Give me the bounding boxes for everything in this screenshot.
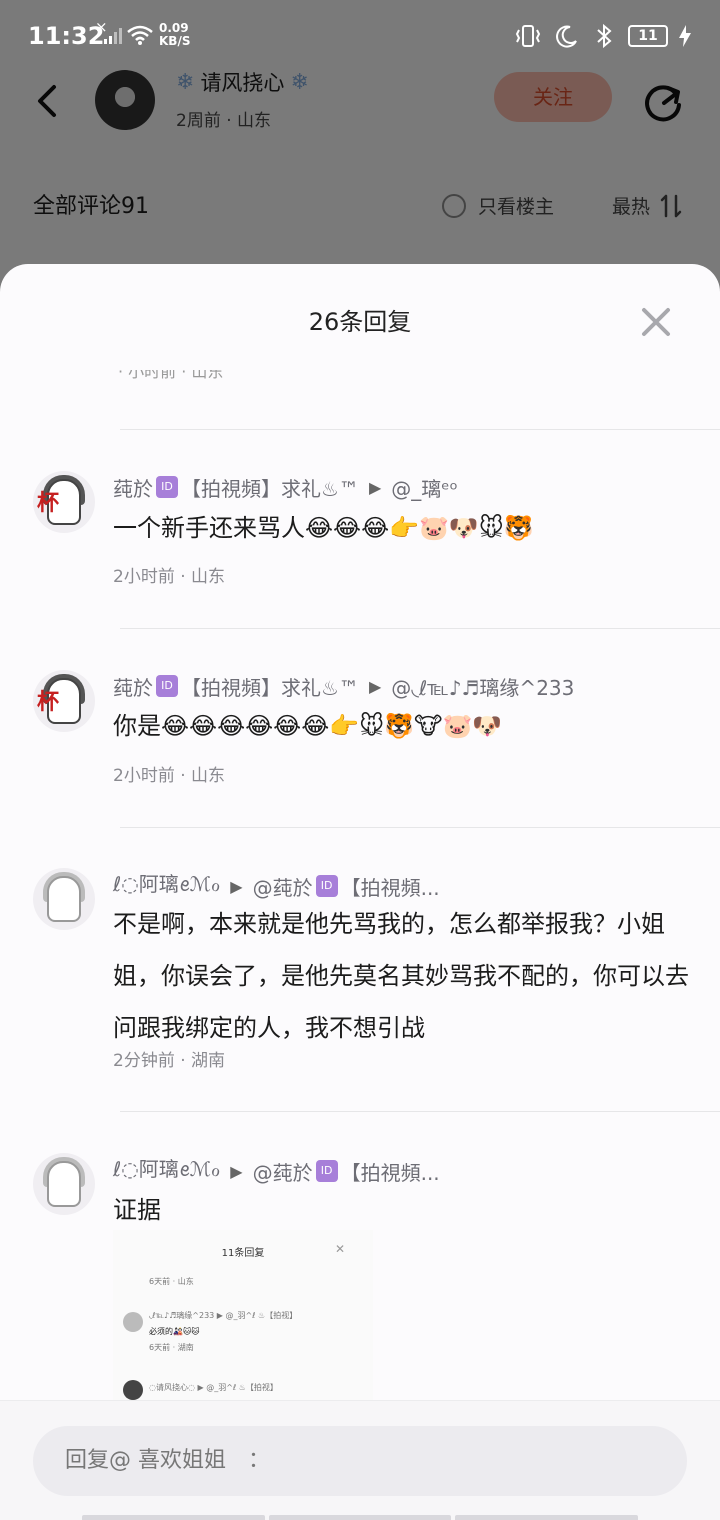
battery-icon: 11 [628, 25, 668, 47]
user-avatar[interactable] [33, 868, 95, 930]
reply-username-tail[interactable]: 【拍視頻】求礼♨™ [181, 473, 359, 502]
reply-header: 莼於 ID 【拍視頻】求礼♨™ ▶ @_璃ᵉᵒ [113, 472, 458, 502]
embed-line: 必须的🎎🐱🐱 [149, 1327, 200, 1336]
divider [120, 827, 720, 828]
reply-header: ℓ◌阿璃ꫀℳℴ ▶ @莼於 ID 【拍視頻... [113, 871, 440, 901]
reply-arrow-icon: ▶ [368, 477, 382, 497]
reply-input-bar: 回复@ 喜欢姐姐 ： [0, 1400, 720, 1520]
reply-text: 一个新手还来骂人😂😂😂👉🐷🐶🐭🐯 [113, 514, 534, 542]
moon-icon [556, 25, 577, 48]
reply-meta: 2分钟前 · 湖南 [113, 1051, 226, 1071]
net-speed: 0.09 KB/S [159, 22, 190, 48]
reply-meta: 2小时前 · 山东 [113, 567, 226, 587]
user-avatar[interactable]: 杯 [33, 670, 95, 732]
divider [120, 1111, 720, 1112]
reply-username-tail[interactable]: 【拍視頻】求礼♨™ [181, 672, 359, 701]
reply-image[interactable]: 11条回复 ✕ 6天前 · 山东 ◟ℓ℡♪♬璃缘^233 ▶ @_羽^ℓ ♨【拍… [113, 1230, 373, 1400]
reply-username[interactable]: 莼於 [113, 672, 153, 701]
id-badge-icon: ID [156, 476, 178, 498]
id-badge-icon: ID [315, 875, 338, 897]
net-speed-unit: KB/S [159, 34, 191, 48]
partial-reply-meta: · 小时前 · 山东 [118, 370, 224, 381]
reply-header: ℓ◌阿璃ꫀℳℴ ▶ @莼於 ID 【拍視頻... [113, 1156, 440, 1186]
bottom-keyboard-strip [82, 1515, 639, 1520]
embed-close-icon: ✕ [335, 1242, 346, 1256]
embed-title: 11条回复 [221, 1248, 265, 1259]
status-right-group: 11 [514, 22, 692, 50]
reply-target[interactable]: @◟ℓ℡♪♬璃缘^233 [391, 672, 574, 701]
id-badge-icon: ID [315, 1160, 338, 1182]
divider [120, 429, 720, 430]
reply-target-tail[interactable]: 【拍視頻... [341, 872, 440, 901]
embed-avatar [123, 1380, 143, 1400]
reply-target[interactable]: @莼於 [253, 872, 313, 901]
sheet-title: 26条回复 [308, 308, 412, 336]
reply-text: 你是😂😂😂😂😂😂👉🐭🐯🐮🐷🐶 [113, 712, 503, 740]
reply-target[interactable]: @_璃ᵉᵒ [391, 473, 458, 502]
bluetooth-icon [597, 23, 612, 49]
divider [120, 628, 720, 629]
user-avatar[interactable] [33, 1153, 95, 1215]
signal-icon [104, 28, 122, 44]
reply-input[interactable]: 回复@ 喜欢姐姐 ： [33, 1426, 687, 1496]
embed-avatar [123, 1312, 143, 1332]
reply-text: 不是啊，本来就是他先骂我的，怎么都举报我？小姐姐，你误会了，是他先莫名其妙骂我不… [113, 910, 689, 1042]
reply-header: 莼於 ID 【拍視頻】求礼♨™ ▶ @◟ℓ℡♪♬璃缘^233 [113, 671, 574, 701]
user-avatar[interactable]: 杯 [33, 471, 95, 533]
embed-line: 6天前 · 山东 [149, 1277, 194, 1286]
vibrate-icon [515, 25, 541, 47]
reply-target-tail[interactable]: 【拍視頻... [341, 1157, 440, 1186]
reply-text: 证据 [113, 1196, 161, 1224]
id-badge-icon: ID [156, 675, 178, 697]
embed-line: ◟ℓ℡♪♬璃缘^233 ▶ @_羽^ℓ ♨【拍视】 [149, 1311, 298, 1320]
reply-arrow-icon: ▶ [230, 1161, 243, 1181]
reply-arrow-icon: ▶ [230, 876, 243, 896]
reply-meta: 2小时前 · 山东 [113, 766, 226, 786]
charging-icon [679, 25, 691, 47]
embed-line: 6天前 · 湖南 [149, 1343, 194, 1352]
close-icon[interactable] [640, 306, 672, 338]
embed-line: ◌请风挠心◌ ▶ @_羽^ℓ ♨【拍视】 [149, 1383, 278, 1392]
replies-sheet: 26条回复 · 小时前 · 山东 杯 莼於 ID 【拍視頻】求礼♨™ ▶ @_璃… [0, 264, 720, 1520]
status-bar: 11:32 × 0.09 KB/S 11 [0, 0, 720, 72]
reply-username[interactable]: 莼於 [113, 473, 153, 502]
status-time: 11:32 [28, 22, 105, 50]
wifi-icon [127, 25, 153, 45]
reply-target[interactable]: @莼於 [253, 1157, 313, 1186]
reply-arrow-icon: ▶ [368, 676, 382, 696]
